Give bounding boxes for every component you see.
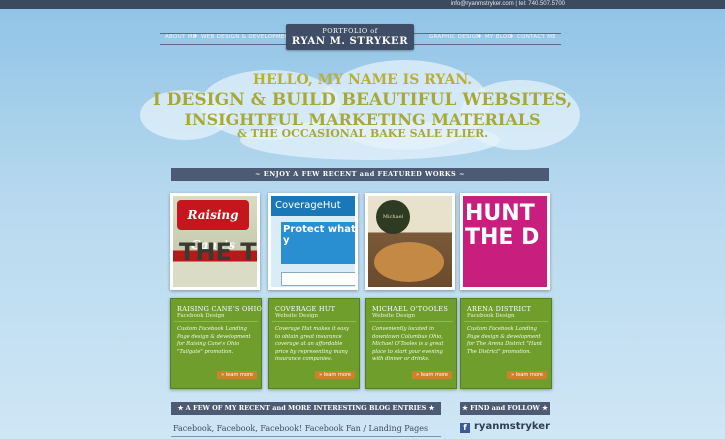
logo-line1: PORTFOLIO of bbox=[322, 27, 378, 35]
work-title[interactable]: MICHAEL O'TOOLES bbox=[372, 305, 448, 313]
divider bbox=[171, 436, 441, 437]
nav-about-me[interactable]: About Me bbox=[165, 34, 197, 40]
star-icon: ✶ bbox=[193, 33, 199, 40]
divider bbox=[464, 321, 548, 322]
work-subtitle: Website Design bbox=[372, 313, 416, 319]
star-icon: ✶ bbox=[477, 33, 483, 40]
nav-contact-me[interactable]: Contact Me bbox=[517, 34, 556, 40]
work-thumb-coveragehut[interactable]: CoverageHut Protect what y bbox=[268, 193, 358, 290]
nav-web-design[interactable]: Web Design & Development bbox=[201, 34, 293, 40]
work-card: MICHAEL O'TOOLES Website Design Convenie… bbox=[365, 298, 457, 389]
work-description: Conveniently located in downtown Columbu… bbox=[372, 326, 444, 363]
thumb-decoration-text: Protect what y bbox=[281, 222, 355, 264]
work-subtitle: Facebook Design bbox=[467, 313, 515, 319]
works-banner: ~ ENJOY A FEW RECENT and FEATURED WORKS … bbox=[171, 168, 549, 181]
divider bbox=[174, 321, 258, 322]
learn-more-button[interactable]: » learn more bbox=[217, 371, 257, 379]
learn-more-button[interactable]: » learn more bbox=[507, 371, 547, 379]
divider bbox=[272, 321, 356, 322]
facebook-icon[interactable]: f bbox=[460, 423, 470, 433]
find-follow-banner: ★ FIND and FOLLOW ★ bbox=[460, 402, 550, 415]
work-card: COVERAGE HUT Website Design Coverage Hut… bbox=[268, 298, 360, 389]
thumb-decoration-text: THE T bbox=[179, 238, 257, 266]
work-description: Coverage Hut makes it easy to obtain gre… bbox=[275, 326, 349, 363]
social-username[interactable]: ryanmstryker bbox=[474, 421, 550, 432]
work-thumb-otooles[interactable]: Michael O'Tooles bbox=[365, 193, 455, 290]
work-subtitle: Facebook Design bbox=[177, 313, 225, 319]
learn-more-button[interactable]: » learn more bbox=[412, 371, 452, 379]
work-subtitle: Website Design bbox=[275, 313, 319, 319]
work-title[interactable]: COVERAGE HUT bbox=[275, 305, 335, 313]
hero-line1: HELLO, MY NAME IS RYAN. bbox=[252, 72, 473, 88]
contact-bar: info@ryanmstryker.com | tel: 740.507.570… bbox=[0, 0, 725, 9]
coveragehut-logo: CoverageHut bbox=[275, 200, 341, 211]
work-card: ARENA DISTRICT Facebook Design Custom Fa… bbox=[460, 298, 552, 389]
hero-line4: & THE OCCASIONAL BAKE SALE FLIER. bbox=[236, 127, 489, 140]
work-description: Custom Facebook Landing Page design & de… bbox=[177, 326, 251, 355]
work-thumb-canes[interactable]: Raising Cane's THE T bbox=[170, 193, 260, 290]
site-logo[interactable]: PORTFOLIO of RYAN M. STRYKER bbox=[286, 24, 414, 50]
blog-banner: ★ A FEW OF MY RECENT and MORE INTERESTIN… bbox=[171, 402, 441, 415]
contact-info[interactable]: info@ryanmstryker.com | tel: 740.507.570… bbox=[451, 1, 725, 7]
work-thumb-arena[interactable]: HUNT THE D bbox=[460, 193, 550, 290]
logo-line2: RYAN M. STRYKER bbox=[291, 36, 409, 47]
nav-graphic-design[interactable]: Graphic Design bbox=[429, 34, 481, 40]
blog-entry-link[interactable]: Facebook, Facebook, Facebook! Facebook F… bbox=[173, 424, 428, 433]
arena-thumb-text: HUNT THE D bbox=[465, 201, 540, 250]
work-title[interactable]: ARENA DISTRICT bbox=[467, 305, 531, 313]
learn-more-button[interactable]: » learn more bbox=[315, 371, 355, 379]
otooles-logo: Michael O'Tooles bbox=[376, 200, 410, 254]
divider bbox=[369, 321, 453, 322]
canes-logo: Raising Cane's bbox=[177, 200, 249, 252]
star-icon: ✶ bbox=[509, 33, 515, 40]
burger-image bbox=[374, 242, 444, 282]
work-card: RAISING CANE'S OHIO Facebook Design Cust… bbox=[170, 298, 262, 389]
work-title[interactable]: RAISING CANE'S OHIO bbox=[177, 305, 262, 313]
thumb-form-field bbox=[281, 272, 355, 286]
work-description: Custom Facebook Landing Page design & de… bbox=[467, 326, 543, 355]
hero-line2: I DESIGN & BUILD BEAUTIFUL WEBSITES, bbox=[152, 90, 573, 110]
